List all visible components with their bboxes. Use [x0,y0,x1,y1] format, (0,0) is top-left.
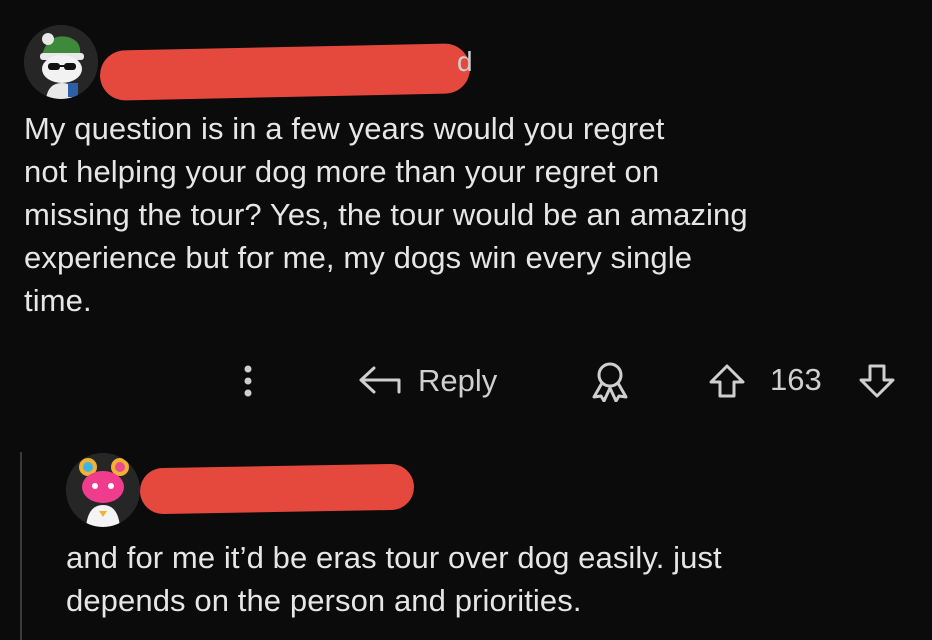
reply-arrow-icon [359,366,401,394]
vote-count: 163 [770,362,822,397]
upvote-arrow-icon [709,364,745,398]
comment-line: time. [24,283,92,318]
upvote-button[interactable] [708,356,760,406]
downvote-arrow-icon [859,364,895,398]
reply-line: and for me it’d be eras tour over dog ea… [66,540,722,575]
more-vertical-icon [244,365,252,397]
frog-snoo-avatar-icon [24,25,98,99]
downvote-button[interactable] [858,356,896,406]
redacted-reply-username [139,463,415,515]
reply-avatar[interactable] [66,453,140,527]
comment-action-bar: Reply 163 [230,356,910,406]
reply-body: and for me it’d be eras tour over dog ea… [66,536,722,622]
thread-line[interactable] [20,452,22,640]
more-options-button[interactable] [242,356,266,406]
commenter-avatar[interactable] [24,25,98,99]
award-icon [592,362,628,402]
username-trailing-char: d [457,46,473,77]
comment-line: not helping your dog more than your regr… [24,154,660,189]
pink-snoo-avatar-icon [66,453,140,527]
redacted-username [99,43,471,101]
reply-line: depends on the person and priorities. [66,583,582,618]
comment-line: missing the tour? Yes, the tour would be… [24,197,748,232]
comment-body: My question is in a few years would you … [24,107,748,322]
comment-line: experience but for me, my dogs win every… [24,240,693,275]
comment-line: My question is in a few years would you … [24,111,665,146]
reply-button[interactable]: Reply [358,356,497,406]
reply-label: Reply [418,363,498,398]
award-button[interactable] [590,356,630,406]
